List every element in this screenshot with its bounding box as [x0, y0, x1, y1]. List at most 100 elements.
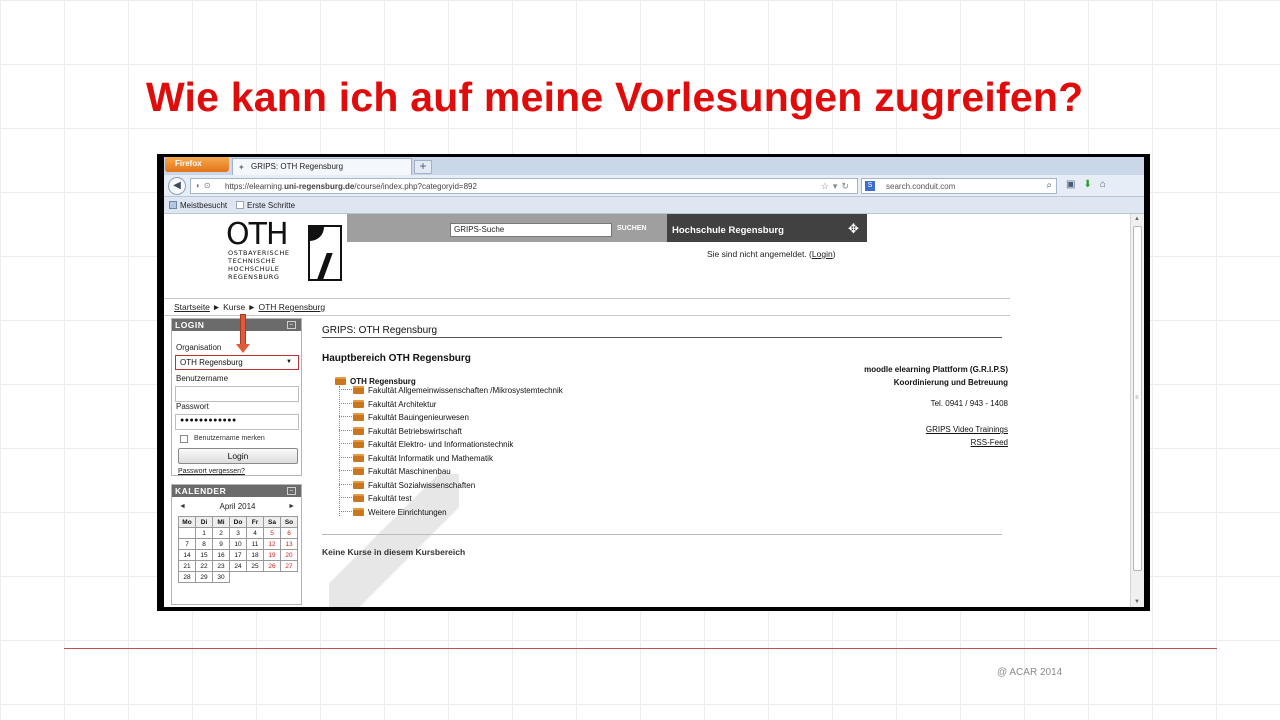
bookmark-erste-schritte[interactable]: Erste Schritte [236, 201, 295, 210]
grips-search-button[interactable]: SUCHEN [617, 225, 647, 232]
folder-icon [353, 426, 364, 435]
no-courses-message: Keine Kurse in diesem Kursbereich [322, 547, 466, 557]
search-bar[interactable]: S search.conduit.com ⌕ [861, 178, 1057, 194]
divider [164, 315, 1010, 316]
identity-icon: ◐⊙ [196, 181, 214, 190]
scrollbar-thumb[interactable]: ≡ [1133, 226, 1142, 571]
address-bar[interactable]: ◐⊙ https://elearning.uni-regensburg.de/c… [190, 178, 858, 194]
organisation-select[interactable]: OTH Regensburg ▼ [175, 355, 299, 370]
bookmark-page-icon [236, 201, 244, 209]
bookmark-star-icon[interactable]: ☆▾↻ [821, 181, 853, 192]
url-prefix: https://elearning. [225, 182, 285, 191]
search-engine-icon[interactable]: S [865, 181, 875, 191]
folder-icon [353, 507, 364, 516]
login-button[interactable]: Login [178, 448, 298, 464]
logo-text: OTH [226, 217, 288, 252]
browser-window: Firefox ✦ GRIPS: OTH Regensburg + ◀ ◐⊙ h… [164, 157, 1144, 607]
category-heading: Hauptbereich OTH Regensburg [322, 353, 471, 364]
divider [164, 298, 1010, 299]
bookmark-meistbesucht[interactable]: Meistbesucht [169, 201, 227, 210]
collapse-icon[interactable]: – [287, 321, 296, 329]
back-button[interactable]: ◀ [168, 177, 186, 195]
info-phone: Tel. 0941 / 943 - 1408 [930, 399, 1008, 408]
forgot-password-link[interactable]: Passwort vergessen? [178, 468, 245, 475]
remember-username-checkbox[interactable] [180, 435, 188, 443]
slide-title: Wie kann ich auf meine Vorlesungen zugre… [146, 74, 1084, 120]
breadcrumb-oth-regensburg[interactable]: OTH Regensburg [258, 302, 325, 312]
rss-feed-link[interactable]: RSS-Feed [971, 438, 1008, 447]
logo-subtitle: OSTBAYERISCHE TECHNISCHE HOCHSCHULE REGE… [228, 249, 290, 281]
password-input[interactable]: ●●●●●●●●●●●● [175, 414, 299, 430]
page-viewport: OTH OSTBAYERISCHE TECHNISCHE HOCHSCHULE … [164, 214, 1130, 607]
brand-title: Hochschule Regensburg [672, 225, 784, 236]
info-platform: moodle elearning Plattform (G.R.I.P.S) [864, 365, 1008, 374]
browser-screenshot: Firefox ✦ GRIPS: OTH Regensburg + ◀ ◐⊙ h… [157, 154, 1150, 611]
organisation-label: Organisation [176, 343, 222, 352]
calendar-next-icon[interactable]: ► [288, 503, 295, 510]
breadcrumb-kurse: Kurse [223, 302, 246, 312]
category-item[interactable]: Fakultät Architektur [339, 399, 436, 409]
breadcrumb: Startseite ► Kurse ► OTH Regensburg [174, 302, 325, 312]
divider [322, 337, 1002, 338]
brand-bar: Hochschule Regensburg ✥ [667, 214, 867, 242]
calendar-grid: Mo Di Mi Do Fr Sa So 123456 7 8 9 10 11 12 13 14 15 16… [178, 516, 298, 583]
category-item[interactable]: Fakultät Maschinenbau [339, 467, 451, 476]
url-path: /course/index.php?categoryid=892 [354, 182, 477, 191]
category-item[interactable]: Fakultät test [339, 494, 412, 503]
tab-bar: Firefox ✦ GRIPS: OTH Regensburg + [164, 157, 1144, 175]
breadcrumb-separator-icon: ► [247, 302, 257, 312]
expand-arrows-icon[interactable]: ✥ [848, 221, 859, 237]
login-link[interactable]: Login [812, 249, 833, 259]
folder-icon [353, 399, 364, 408]
new-tab-button[interactable]: + [414, 160, 432, 174]
oth-logo[interactable]: OTH OSTBAYERISCHE TECHNISCHE HOCHSCHULE … [226, 217, 344, 281]
folder-icon [353, 467, 364, 475]
folder-icon [353, 480, 364, 489]
bookmarks-toolbar: Meistbesucht Erste Schritte [164, 197, 1144, 214]
breadcrumb-separator-icon: ► [212, 302, 221, 312]
calendar-month: April 2014 [219, 502, 256, 511]
search-go-icon[interactable]: ⌕ [1046, 180, 1052, 191]
bookmark-folder-icon [169, 201, 177, 209]
password-label: Passwort [176, 402, 209, 411]
red-arrow-icon [236, 314, 250, 354]
favicon-icon: ✦ [238, 163, 245, 172]
page-title: GRIPS: OTH Regensburg [322, 325, 438, 336]
remember-username-label: Benutzername merken [194, 435, 265, 442]
grips-video-link[interactable]: GRIPS Video Trainings [926, 425, 1008, 434]
home-icon[interactable]: ⌂ [1100, 179, 1114, 190]
username-label: Benutzername [176, 374, 229, 383]
footer-divider [64, 648, 1217, 649]
chevron-down-icon: ▼ [286, 359, 292, 365]
folder-icon [353, 494, 364, 502]
username-input[interactable] [175, 386, 299, 402]
search-bar-value: search.conduit.com [886, 182, 956, 191]
browser-tab[interactable]: ✦ GRIPS: OTH Regensburg [232, 158, 412, 175]
download-icon[interactable]: ⬇ [1083, 179, 1099, 190]
divider [322, 534, 1002, 535]
logo-mark-icon [308, 225, 342, 281]
firefox-menu-button[interactable]: Firefox [165, 157, 229, 172]
grips-search-input[interactable]: GRIPS-Suche [450, 223, 612, 237]
breadcrumb-startseite[interactable]: Startseite [174, 302, 210, 312]
category-item[interactable]: Fakultät Elektro- und Informationstechni… [339, 440, 513, 449]
scroll-up-icon[interactable]: ▲ [1134, 216, 1140, 222]
folder-icon [353, 386, 364, 394]
category-item[interactable]: Fakultät Allgemeinwissenschaften /Mikros… [339, 386, 563, 395]
category-item[interactable]: Fakultät Betriebswirtschaft [339, 426, 462, 436]
calendar-block-header: KALENDER – [172, 485, 301, 497]
footer-copyright: @ ACAR 2014 [997, 667, 1063, 678]
category-item[interactable]: Fakultät Sozialwissenschaften [339, 480, 475, 490]
category-item[interactable]: Fakultät Informatik und Mathematik [339, 453, 493, 463]
navigation-bar: ◀ ◐⊙ https://elearning.uni-regensburg.de… [164, 175, 1144, 197]
bookmarks-menu-icon[interactable]: ▣ [1066, 179, 1083, 190]
calendar-block: KALENDER – ◄ April 2014 ► Mo Di Mi Do Fr Sa So … [171, 484, 302, 605]
category-item[interactable]: Fakultät Bauingenieurwesen [339, 413, 469, 422]
toolbar-icons: ▣⬇⌂ [1066, 179, 1114, 190]
category-item[interactable]: Weitere Einrichtungen [339, 507, 447, 517]
scroll-down-icon[interactable]: ▼ [1134, 599, 1140, 605]
collapse-icon[interactable]: – [287, 487, 296, 495]
category-tree-root[interactable]: OTH Regensburg [335, 377, 416, 386]
info-coordination: Koordinierung und Betreuung [893, 378, 1008, 387]
vertical-scrollbar[interactable]: ▲ ≡ ▼ [1130, 214, 1144, 607]
